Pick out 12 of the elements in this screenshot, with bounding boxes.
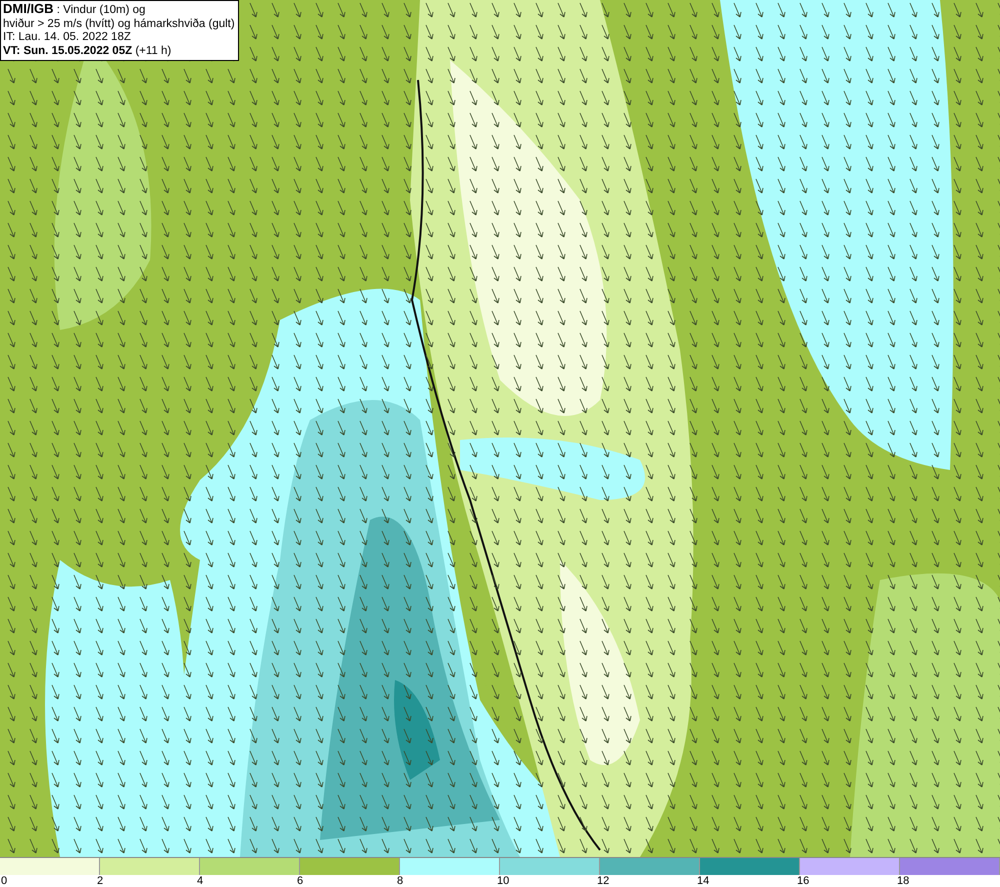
valid-time: VT: Sun. 15.05.2022 05Z (+11 h) <box>3 44 172 58</box>
legend-label: 12 <box>597 875 610 887</box>
initial-time: IT: Lau. 14. 05. 2022 18Z <box>3 31 132 44</box>
legend-label: 16 <box>797 875 810 887</box>
legend-label: 6 <box>297 875 304 887</box>
legend-label: 4 <box>197 875 204 887</box>
legend-label: 8 <box>397 875 404 887</box>
legend-label: 18 <box>897 875 910 887</box>
map-title: DMI/IGB : Vindur (10m) og <box>3 2 146 18</box>
legend-label: 14 <box>697 875 710 887</box>
map-subtitle: hviður > 25 m/s (hvítt) og hámarkshviða (gult) <box>3 18 235 31</box>
legend-label: 10 <box>497 875 510 887</box>
